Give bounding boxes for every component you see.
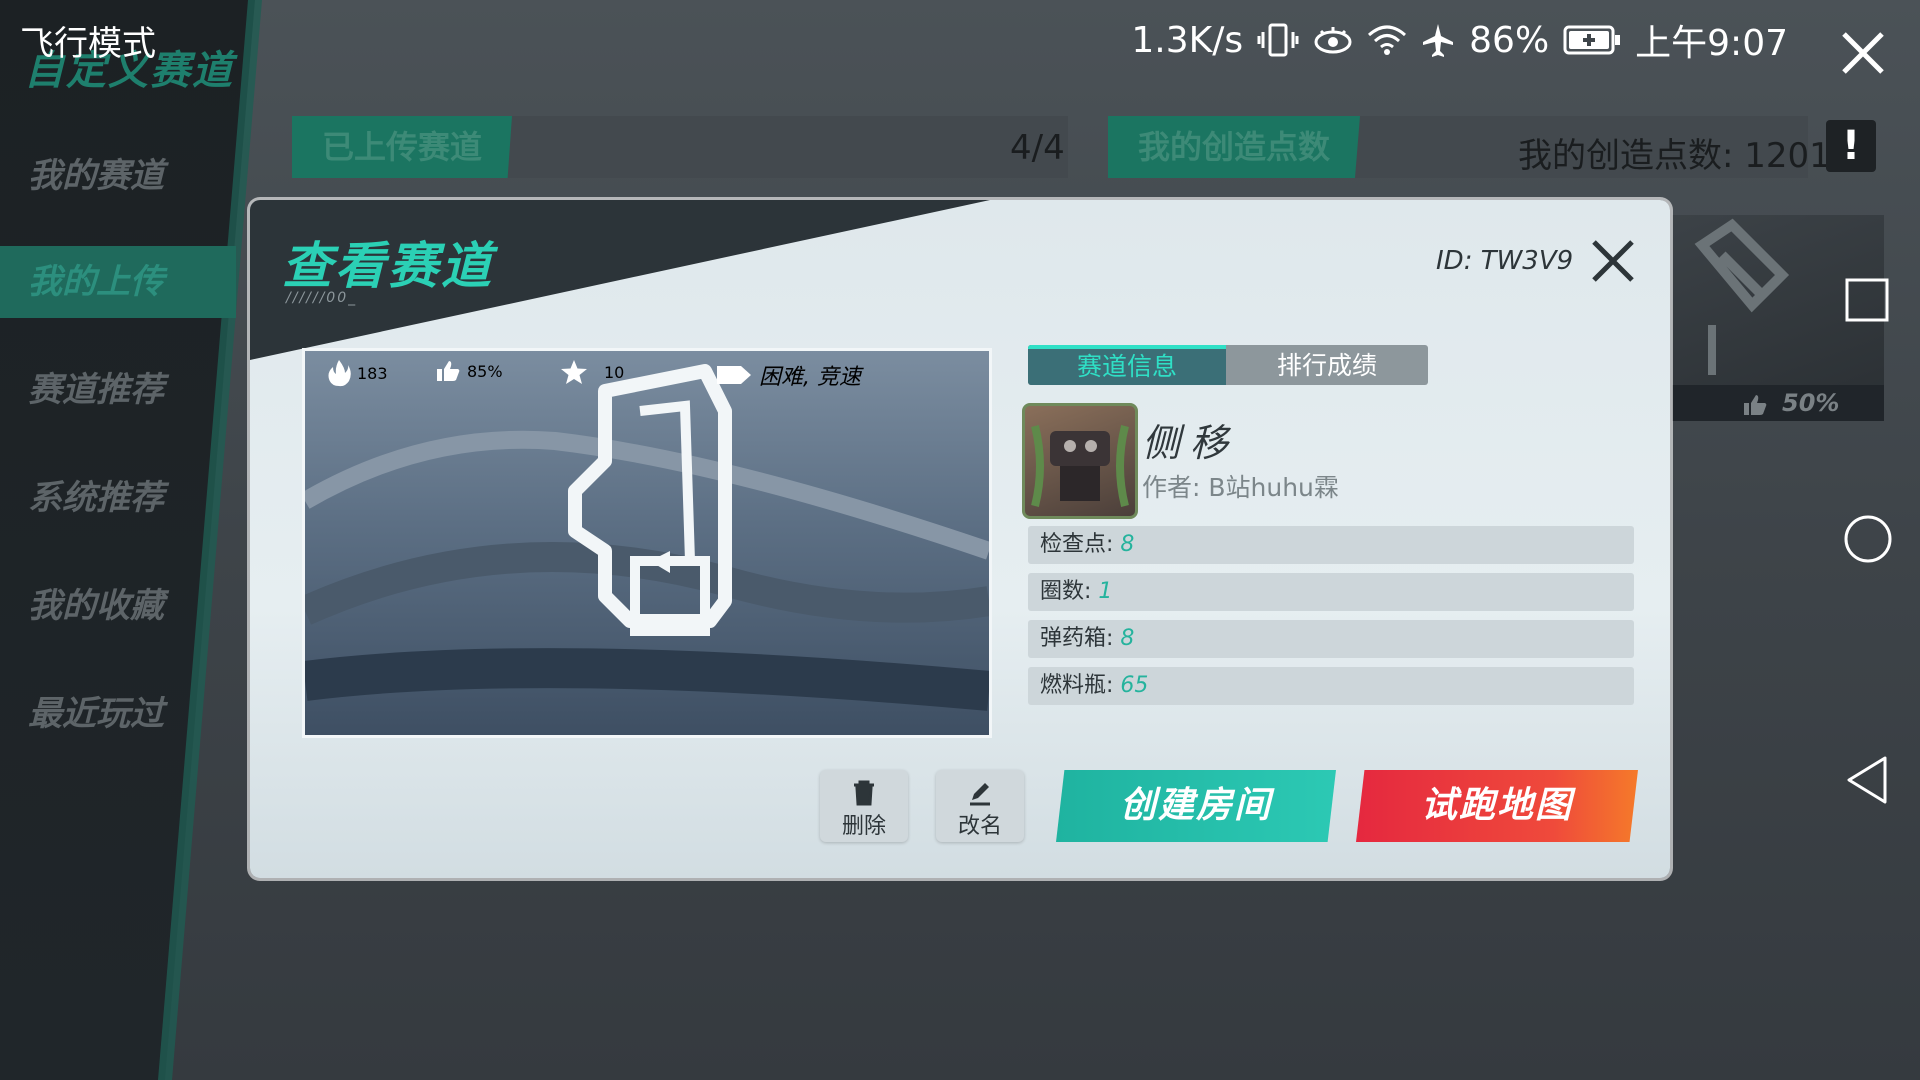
- back-icon[interactable]: [1843, 754, 1891, 806]
- vibrate-icon: [1257, 23, 1299, 57]
- fuel-value: 65: [1120, 673, 1149, 698]
- laps-value: 1: [1098, 579, 1113, 604]
- info-row-laps: 圈数: 1: [1028, 573, 1634, 611]
- uploaded-tracks-tab[interactable]: 已上传赛道: [292, 116, 513, 178]
- ammo-label: 弹药箱:: [1040, 626, 1114, 651]
- laps-label: 圈数:: [1040, 579, 1092, 604]
- likes-stat: 85%: [435, 359, 503, 383]
- checkpoints-label: 检查点:: [1040, 532, 1114, 557]
- tags-stat: 困难, 竞速: [715, 359, 861, 391]
- background-card-footer: [1672, 385, 1884, 421]
- airplane-icon: [1423, 24, 1454, 57]
- dialog-close-icon[interactable]: [1590, 238, 1636, 284]
- track-preview: 183 85% 10 困难, 竞速: [302, 348, 992, 738]
- sidebar-item-favorites[interactable]: 我的收藏: [28, 570, 238, 642]
- likes-percent: 85%: [467, 361, 503, 381]
- create-room-button[interactable]: 创建房间: [1056, 770, 1336, 842]
- tab-track-info[interactable]: 赛道信息: [1028, 345, 1226, 385]
- info-row-fuel: 燃料瓶: 65: [1028, 667, 1634, 705]
- uploaded-count: 4/4: [1010, 128, 1065, 168]
- home-icon[interactable]: [1843, 514, 1893, 564]
- eye-comfort-icon: [1314, 27, 1352, 54]
- battery-percent: 86%: [1469, 19, 1550, 61]
- close-icon[interactable]: [1840, 30, 1886, 76]
- sidebar-item-track-recommend[interactable]: 赛道推荐: [28, 354, 238, 426]
- track-id: ID: TW3V9: [1436, 246, 1574, 276]
- info-button[interactable]: !: [1826, 120, 1876, 172]
- fuel-label: 燃料瓶:: [1040, 673, 1114, 698]
- thumbs-up-icon: [437, 361, 460, 381]
- track-author: 作者: B站huhu霖: [1142, 473, 1339, 502]
- tag-icon: [717, 366, 751, 384]
- rename-label: 改名: [957, 814, 1002, 839]
- plays-stat: 183: [327, 359, 388, 387]
- status-bar: 飞行模式 1.3K/s 86% 上午9:07: [0, 0, 1920, 72]
- network-speed: 1.3K/s: [1131, 19, 1244, 61]
- fire-icon: [328, 360, 351, 387]
- wifi-icon: [1368, 25, 1407, 55]
- sidebar-item-my-tracks[interactable]: 我的赛道: [28, 140, 238, 212]
- creation-points-tab[interactable]: 我的创造点数: [1108, 116, 1361, 178]
- checkpoints-value: 8: [1120, 532, 1135, 557]
- tab-leaderboard[interactable]: 排行成绩: [1226, 345, 1428, 385]
- sidebar-item-my-uploads[interactable]: 我的上传: [0, 246, 236, 318]
- creation-points-value: 我的创造点数: 1201: [1518, 136, 1831, 176]
- thumbs-up-icon: [1744, 395, 1767, 415]
- star-icon: [561, 360, 587, 384]
- ammo-value: 8: [1120, 626, 1135, 651]
- track-tags: 困难, 竞速: [759, 365, 861, 390]
- clock: 上午9:07: [1635, 23, 1788, 64]
- robot-avatar-icon: [1031, 425, 1129, 507]
- dialog-title: 查看赛道: [282, 237, 494, 295]
- delete-button[interactable]: 删除: [820, 770, 908, 842]
- info-tabs: 赛道信息 排行成绩: [1028, 345, 1428, 385]
- background-card-likes: 50%: [1782, 389, 1840, 417]
- trash-icon: [854, 780, 874, 806]
- battery-charging-icon: [1563, 25, 1621, 55]
- recent-apps-icon[interactable]: [1843, 276, 1891, 324]
- stars-stat: 10: [560, 359, 624, 385]
- stars-count: 10: [604, 362, 625, 382]
- sidebar-item-system-recommend[interactable]: 系统推荐: [28, 462, 238, 534]
- status-right-group: 1.3K/s 86% 上午9:07: [1131, 14, 1788, 66]
- pencil-icon: [970, 783, 990, 806]
- track-layout-image: [305, 364, 989, 711]
- delete-label: 删除: [841, 814, 886, 839]
- view-track-dialog: 查看赛道 //////00_ ID: TW3V9 183 85% 10 困难, …: [250, 200, 1670, 878]
- plays-count: 183: [357, 363, 388, 383]
- info-row-ammo: 弹药箱: 8: [1028, 620, 1634, 658]
- author-avatar: [1022, 403, 1138, 519]
- test-run-button[interactable]: 试跑地图: [1356, 770, 1638, 842]
- track-name: 侧移: [1142, 421, 1239, 465]
- sidebar-item-recently-played[interactable]: 最近玩过: [28, 678, 238, 750]
- rename-button[interactable]: 改名: [936, 770, 1024, 842]
- airplane-mode-label: 飞行模式: [20, 24, 156, 64]
- title-decoration: //////00_: [286, 290, 358, 306]
- info-row-checkpoints: 检查点: 8: [1028, 526, 1634, 564]
